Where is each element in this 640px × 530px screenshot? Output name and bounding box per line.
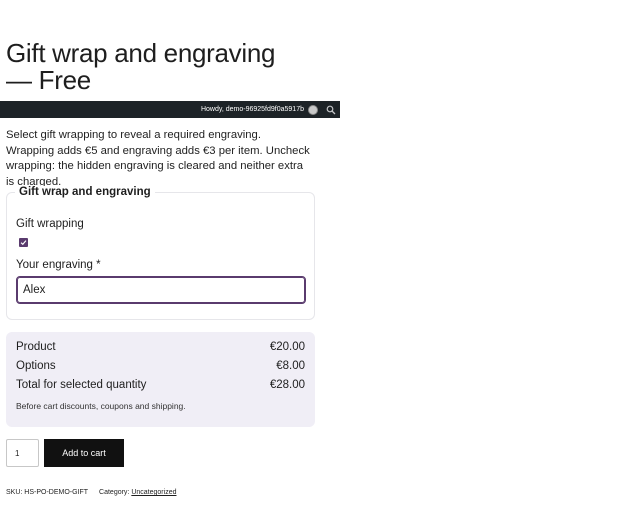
totals-row-value: €28.00 bbox=[269, 379, 305, 391]
totals-row-total: Total for selected quantity €28.00 bbox=[16, 379, 305, 394]
options-legend: Gift wrap and engraving bbox=[15, 186, 155, 198]
engraving-label: Your engraving * bbox=[16, 259, 101, 271]
search-icon[interactable] bbox=[326, 105, 336, 115]
quantity-input[interactable] bbox=[6, 439, 39, 467]
totals-row-value: €20.00 bbox=[269, 341, 305, 353]
totals-row-label: Options bbox=[16, 360, 56, 372]
totals-row-options: Options €8.00 bbox=[16, 360, 305, 375]
totals-row-product: Product €20.00 bbox=[16, 341, 305, 356]
avatar-icon[interactable] bbox=[308, 104, 318, 115]
sku-value: HS-PO-DEMO-GIFT bbox=[24, 489, 89, 496]
admin-howdy-link[interactable]: Howdy, demo-96925fd9f0a5917b bbox=[201, 106, 304, 113]
checkmark-icon bbox=[20, 240, 27, 246]
product-title: Gift wrap and engraving — Free bbox=[6, 38, 276, 95]
product-description: Select gift wrapping to reveal a require… bbox=[6, 129, 310, 188]
category-label: Category: bbox=[99, 489, 130, 496]
price-summary: Product €20.00 Options €8.00 Total for s… bbox=[6, 332, 315, 427]
gift-wrapping-checkbox[interactable] bbox=[19, 238, 28, 247]
totals-row-value: €8.00 bbox=[276, 360, 305, 372]
sku-label: SKU: bbox=[6, 489, 23, 496]
totals-row-label: Product bbox=[16, 341, 56, 353]
admin-bar: Howdy, demo-96925fd9f0a5917b bbox=[0, 101, 340, 118]
engraving-input[interactable] bbox=[16, 276, 306, 304]
product-meta: SKU: HS-PO-DEMO-GIFT Category: Uncategor… bbox=[6, 489, 176, 496]
options-fieldset: Gift wrap and engraving Gift wrapping Yo… bbox=[6, 186, 315, 320]
category-link[interactable]: Uncategorized bbox=[131, 489, 176, 496]
totals-row-label: Total for selected quantity bbox=[16, 379, 147, 391]
totals-note: Before cart discounts, coupons and shipp… bbox=[16, 401, 186, 411]
add-to-cart-button[interactable]: Add to cart bbox=[44, 439, 124, 467]
gift-wrapping-label: Gift wrapping bbox=[16, 218, 84, 230]
